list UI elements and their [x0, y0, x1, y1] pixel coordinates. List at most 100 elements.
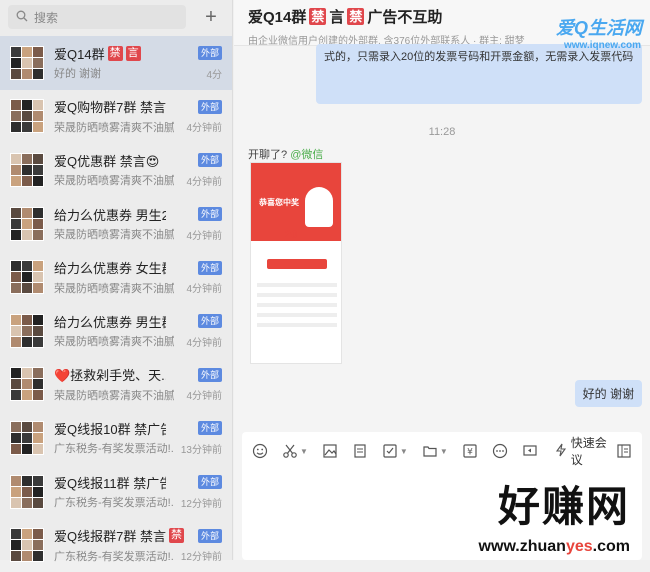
chat-bottom-row: 广东税务-有奖发票活动!... 12分钟前 — [54, 548, 222, 564]
external-tag: 外部 — [197, 46, 222, 61]
external-tag: 外部 — [197, 367, 222, 382]
avatar — [10, 420, 44, 455]
chat-time: 12分钟前 — [180, 498, 222, 510]
my-message-bubble[interactable]: 好的 谢谢 — [574, 380, 642, 407]
chat-info: 爱Q优惠群 禁言😍 外部 荣晟防晒喷雾清爽不油腻... 4分钟前 — [54, 151, 222, 188]
screen-share-icon[interactable] — [522, 443, 538, 459]
search-input[interactable]: 搜索 — [8, 5, 186, 29]
chat-name: ❤️拯救剁手党、天... — [54, 368, 166, 384]
sidebar: 搜索 + 爱Q14群禁言外部 好的 谢谢 4分 爱Q购物群7群 禁言 外部 荣晟防晒喷雾清… — [0, 0, 233, 563]
external-tag: 外部 — [197, 421, 222, 436]
watermark-url-post: .com — [592, 538, 630, 555]
chat-history-icon[interactable] — [616, 443, 632, 459]
payment-icon[interactable]: ¥ — [462, 443, 478, 459]
chat-info: 爱Q线报群7群 禁言禁外部 广东税务-有奖发票活动!... 12分钟前 — [54, 527, 222, 564]
chat-info: 爱Q购物群7群 禁言 外部 荣晟防晒喷雾清爽不油腻... 4分钟前 — [54, 98, 222, 135]
chat-list-item[interactable]: 爱Q线报10群 禁广告... 外部广东税务-有奖发票活动!... 13分钟前 — [0, 411, 232, 465]
chat-time: 4分钟前 — [186, 391, 222, 403]
avatar — [10, 474, 44, 509]
chat-preview: 荣晟防晒喷雾清爽不油腻... — [54, 282, 174, 295]
watermark-brand: 爱Q生活网 — [555, 18, 642, 38]
chat-list-item[interactable]: 爱Q优惠群 禁言😍 外部 荣晟防晒喷雾清爽不油腻... 4分钟前 — [0, 143, 232, 197]
search-placeholder: 搜索 — [34, 10, 59, 25]
chat-name: 给力么优惠券 女生群 ... — [54, 261, 166, 277]
external-tag: 外部 — [197, 260, 222, 275]
avatar — [10, 367, 44, 402]
input-toolbar: ▼ ▼ ▼ ¥ 快速会议 — [242, 432, 642, 470]
avatar — [10, 528, 44, 563]
chat-time: 4分 — [206, 69, 222, 81]
chat-preview: 广东税务-有奖发票活动!... — [54, 497, 174, 510]
chat-bottom-row: 荣晟防晒喷雾清爽不油腻... 4分钟前 — [54, 333, 222, 349]
ban-badge: 禁 — [309, 8, 327, 25]
chat-bottom-row: 广东税务-有奖发票活动!... 13分钟前 — [54, 440, 222, 456]
card-lines — [257, 283, 337, 333]
search-icon — [16, 10, 34, 25]
chat-time: 4分钟前 — [186, 337, 222, 349]
external-tag: 外部 — [197, 207, 222, 222]
chat-name: 给力么优惠券 男生群 ... — [54, 314, 166, 330]
chat-name: 爱Q优惠群 禁言😍 — [54, 153, 160, 169]
chat-top-row: 给力么优惠券 男生群 ... 外部 — [54, 312, 222, 330]
chat-preview: 荣晟防晒喷雾清爽不油腻... — [54, 121, 174, 134]
chat-list-item[interactable]: 爱Q14群禁言 外部 好的 谢谢 4分 — [0, 36, 232, 90]
avatar — [10, 45, 44, 80]
chat-time: 12分钟前 — [180, 552, 222, 564]
chat-list-item[interactable]: 爱Q购物群7群 禁言 外部 荣晟防晒喷雾清爽不油腻... 4分钟前 — [0, 90, 232, 144]
chat-list-item[interactable]: ❤️拯救剁手党、天... 外部 荣晟防晒喷雾清爽不油腻... 4分钟前 — [0, 358, 232, 412]
chat-bottom-row: 荣晟防晒喷雾清爽不油腻... 4分钟前 — [54, 119, 222, 135]
chat-info: 给力么优惠券 女生群 ... 外部荣晟防晒喷雾清爽不油腻... 4分钟前 — [54, 259, 222, 296]
external-tag: 外部 — [197, 314, 222, 329]
image-message[interactable]: 恭喜您中奖 20 — [250, 162, 342, 364]
brand-watermark: 爱Q生活网 www.iqnew.com — [556, 14, 642, 51]
sender-name: 开聊了? — [248, 149, 288, 161]
chat-bottom-row: 荣晟防晒喷雾清爽不油腻... 4分钟前 — [54, 226, 222, 242]
chat-list-item[interactable]: 爱Q线报群7群 禁言禁外部 广东税务-有奖发票活动!... 12分钟前 — [0, 518, 232, 572]
external-tag: 外部 — [197, 99, 222, 114]
chat-name: 爱Q14群 — [54, 46, 105, 62]
quick-meeting-button[interactable]: 快速会议 — [554, 434, 616, 468]
chat-top-row: 给力么优惠券 男生2群... 外部 — [54, 205, 222, 223]
folder-icon[interactable]: ▼ — [422, 443, 448, 459]
chat-list-item[interactable]: 给力么优惠券 女生群 ... 外部荣晟防晒喷雾清爽不油腻... 4分钟前 — [0, 250, 232, 304]
external-tag: 外部 — [197, 475, 222, 490]
chat-bottom-row: 荣晟防晒喷雾清爽不油腻... 4分钟前 — [54, 280, 222, 296]
chat-top-row: ❤️拯救剁手党、天... 外部 — [54, 366, 222, 384]
document-icon[interactable] — [352, 443, 368, 459]
card-amount: 20 — [285, 229, 298, 241]
chat-preview: 荣晟防晒喷雾清爽不油腻... — [54, 175, 174, 188]
chat-name: 爱Q线报11群 禁广告... — [54, 475, 166, 491]
chat-list-item[interactable]: 给力么优惠券 男生2群... 外部荣晟防晒喷雾清爽不油腻... 4分钟前 — [0, 197, 232, 251]
message-bubble[interactable]: 式的，只需录入20位的发票号码和开票金额，无需录入发票代码 — [316, 44, 642, 104]
add-button[interactable]: + — [200, 6, 222, 28]
more-icon[interactable] — [492, 443, 508, 459]
message-sender: 开聊了? @微信 — [248, 146, 323, 162]
ban-badge: 言 — [125, 45, 141, 61]
avatar — [10, 260, 44, 295]
chat-top-row: 给力么优惠券 女生群 ... 外部 — [54, 259, 222, 277]
scissors-icon[interactable]: ▼ — [282, 443, 308, 459]
chat-info: 爱Q14群禁言 外部 好的 谢谢 4分 — [54, 44, 222, 81]
chat-top-row: 爱Q线报11群 禁广告... 外部 — [54, 473, 222, 491]
chat-bottom-row: 荣晟防晒喷雾清爽不油腻... 4分钟前 — [54, 172, 222, 188]
title-text: 言 — [329, 9, 345, 26]
checklist-icon[interactable]: ▼ — [382, 443, 408, 459]
avatar — [10, 152, 44, 187]
card-congrats: 恭喜您中奖 — [259, 198, 299, 207]
chat-preview: 广东税务-有奖发票活动!... — [54, 443, 174, 456]
chat-top-row: 爱Q14群禁言 外部 — [54, 44, 222, 62]
chat-list-item[interactable]: 给力么优惠券 男生群 ... 外部荣晟防晒喷雾清爽不油腻... 4分钟前 — [0, 304, 232, 358]
image-icon[interactable] — [322, 443, 338, 459]
emoji-icon[interactable] — [252, 443, 268, 459]
chat-list: 爱Q14群禁言外部 好的 谢谢 4分 爱Q购物群7群 禁言 外部 荣晟防晒喷雾清爽不油腻.… — [0, 36, 232, 572]
title-text: 广告不互助 — [367, 9, 443, 26]
chat-list-item[interactable]: 爱Q线报11群 禁广告... 外部广东税务-有奖发票活动!... 12分钟前 — [0, 465, 232, 519]
external-tag: 外部 — [197, 528, 222, 543]
chat-bottom-row: 好的 谢谢 4分 — [54, 65, 222, 81]
chat-preview: 荣晟防晒喷雾清爽不油腻... — [54, 336, 174, 349]
chat-top-row: 爱Q线报10群 禁广告... 外部 — [54, 419, 222, 437]
quick-meeting-label: 快速会议 — [570, 436, 607, 467]
title-text: 爱Q14群 — [248, 9, 307, 26]
search-row: 搜索 + — [0, 0, 232, 34]
svg-text:¥: ¥ — [467, 448, 473, 458]
